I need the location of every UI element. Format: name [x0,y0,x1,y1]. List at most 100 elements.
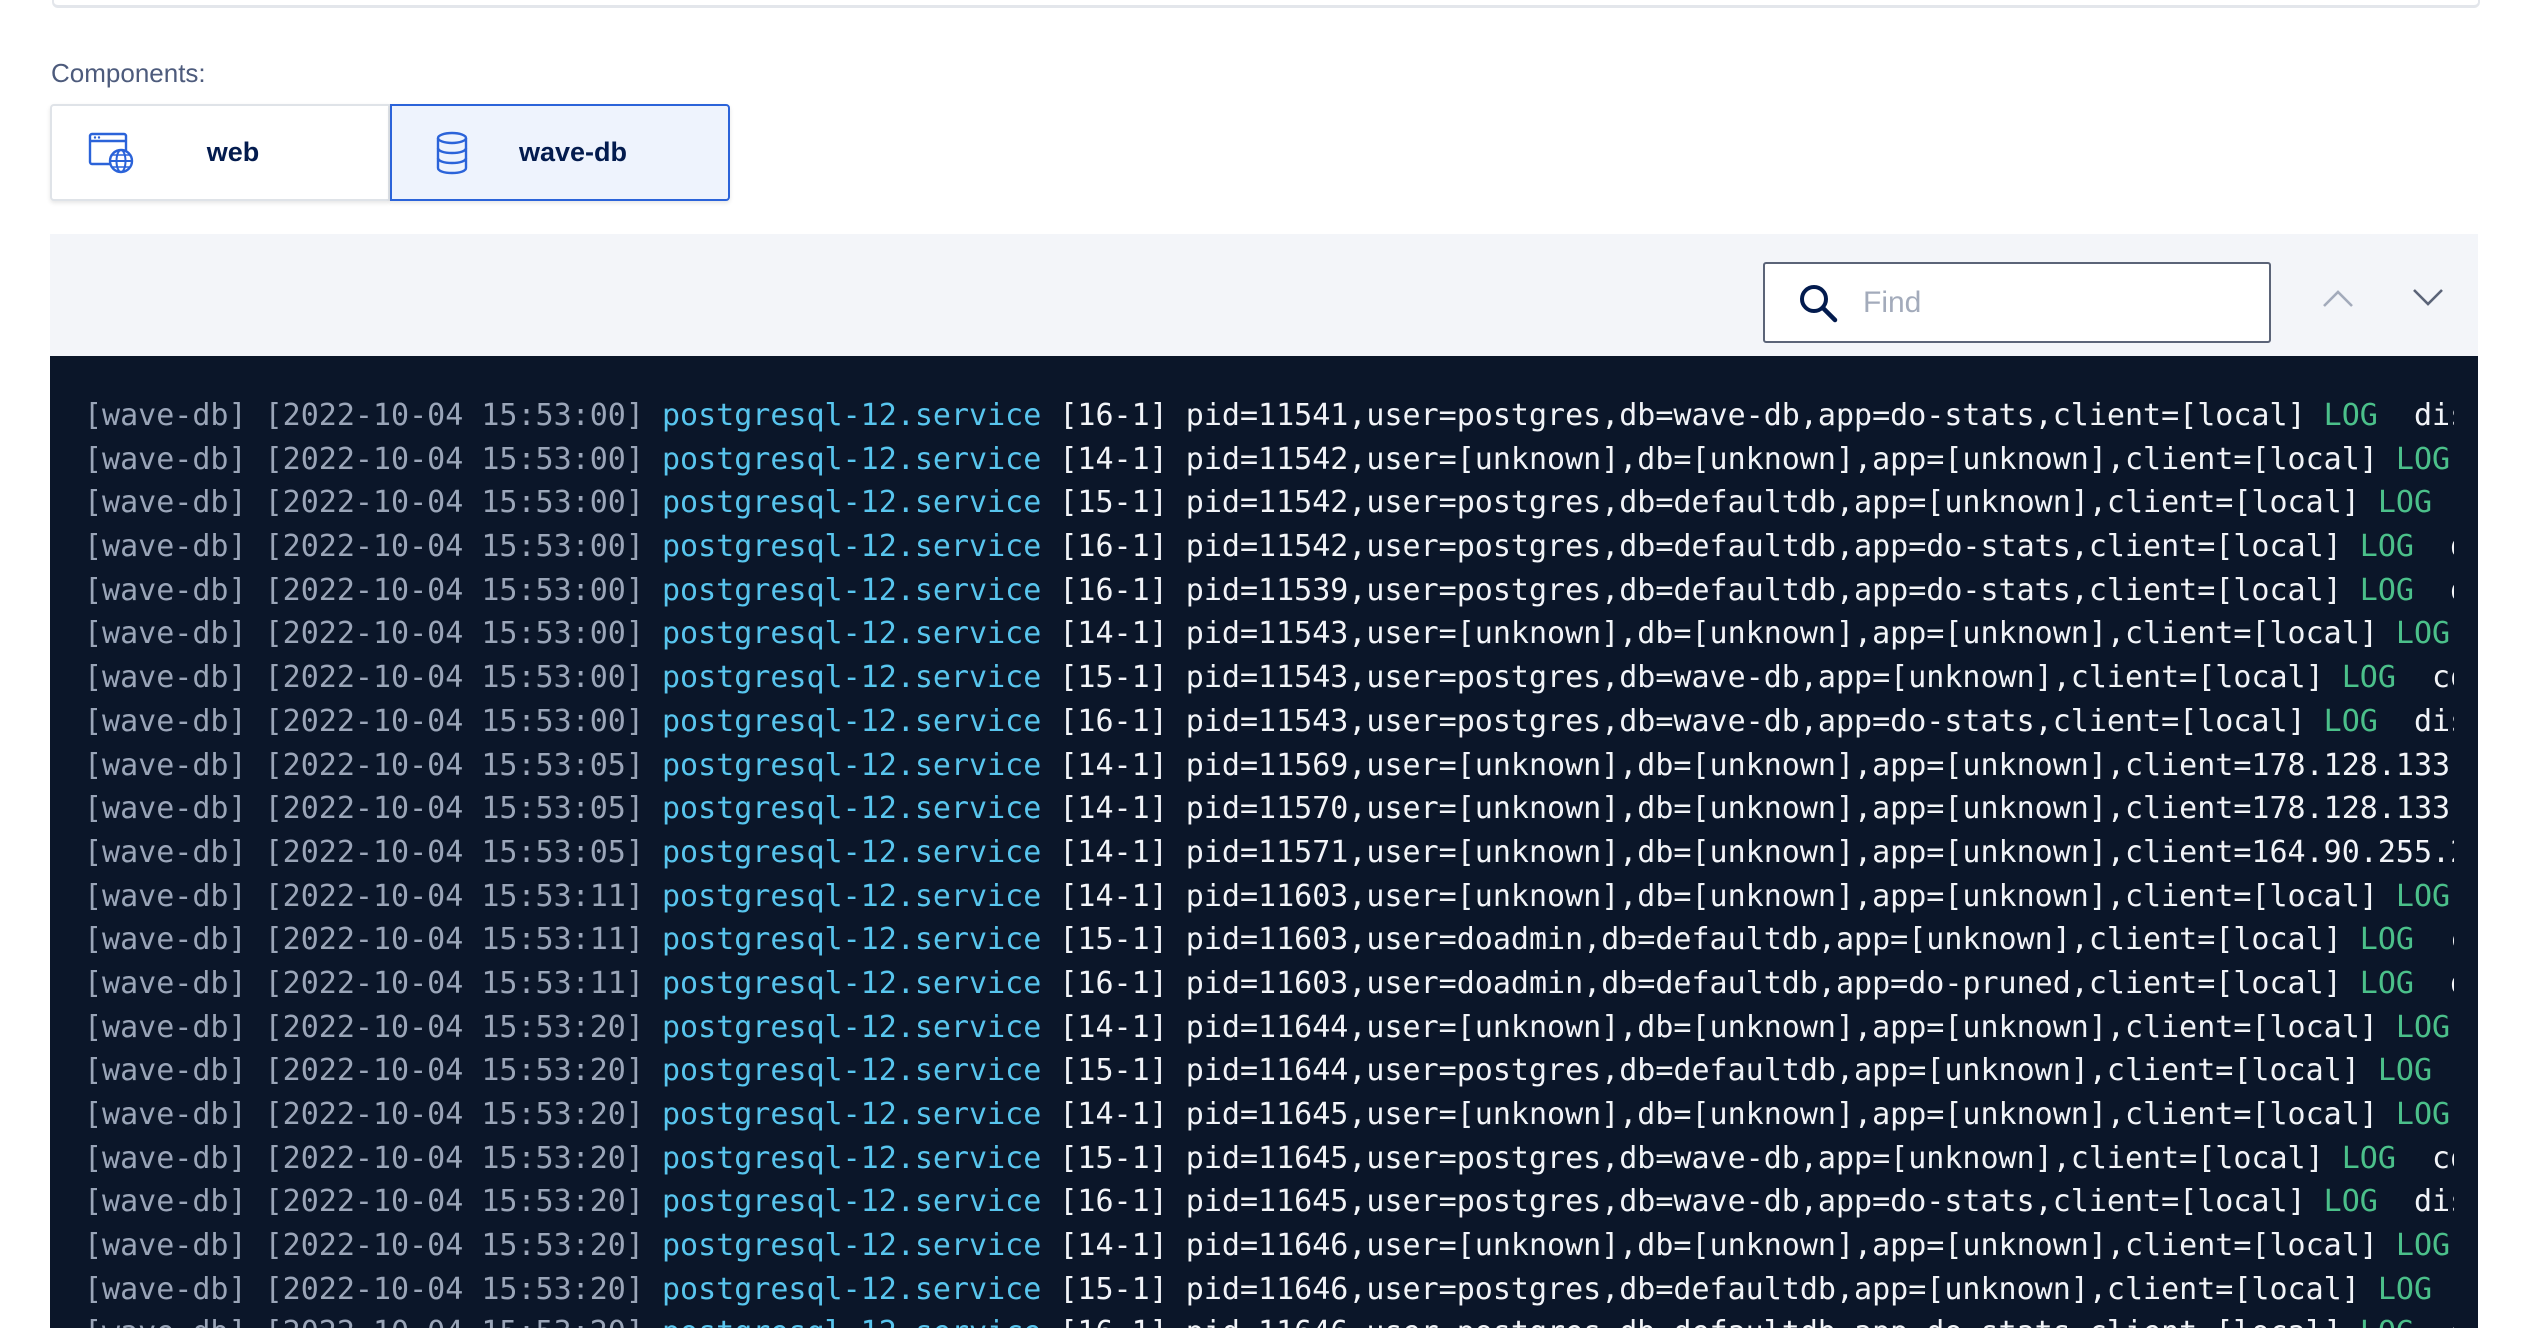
log-level: LOG [2359,529,2414,565]
log-component: [wave-db] [84,441,247,477]
log-message-tail: disconne [2413,1184,2454,1220]
log-component: [wave-db] [84,398,247,433]
log-service: postgresql-12.service [661,616,1042,652]
log-service: postgresql-12.service [661,1228,1042,1264]
log-service: postgresql-12.service [661,1097,1042,1132]
log-service: postgresql-12.service [661,965,1042,1001]
log-timestamp: [2022-10-04 15:53:20] [264,1271,644,1307]
log-line: [wave-db] [2022-10-04 15:53:00] postgres… [84,394,2454,438]
chevron-up-icon [2321,287,2355,314]
log-line: [wave-db] [2022-10-04 15:53:00] postgres… [84,612,2454,656]
log-message-tail: connec [2414,922,2454,957]
log-component: [wave-db] [84,1271,247,1307]
log-level: LOG [2341,660,2396,696]
log-timestamp: [2022-10-04 15:53:20] [265,1315,644,1328]
log-component: [wave-db] [84,660,247,696]
log-message: [16-1] pid=11646,user=postgres,db=defaul… [1041,1315,2360,1328]
log-service: postgresql-12.service [661,1053,1042,1089]
log-line: [wave-db] [2022-10-04 15:53:00] postgres… [84,438,2454,482]
find-input[interactable] [1861,284,2245,321]
log-component: [wave-db] [84,529,247,565]
chevron-down-icon [2411,287,2445,314]
log-message: [14-1] pid=11645,user=[unknown],db=[unkn… [1041,1097,2396,1132]
log-service: postgresql-12.service [661,791,1042,827]
previous-match-button[interactable] [2310,272,2366,328]
log-service: postgresql-12.service [661,572,1042,608]
log-message-tail: disconne [2413,703,2454,739]
log-message: [14-1] pid=11542,user=[unknown],db=[unkn… [1041,441,2396,477]
log-timestamp: [2022-10-04 15:53:05] [264,747,644,783]
log-timestamp: [2022-10-04 15:53:20] [264,1097,644,1132]
log-output-panel[interactable]: [wave-db] [2022-10-04 15:53:00] postgres… [50,356,2478,1328]
log-component: [wave-db] [84,616,247,652]
log-component: [wave-db] [84,1140,247,1176]
component-tab-wave-db[interactable]: wave-db [390,104,730,201]
log-message: [15-1] pid=11542,user=postgres,db=defaul… [1041,485,2378,521]
log-line: [wave-db] [2022-10-04 15:53:11] postgres… [84,962,2454,1006]
log-service: postgresql-12.service [661,485,1042,521]
log-service: postgresql-12.service [661,878,1042,914]
log-component: [wave-db] [84,485,247,521]
log-service: postgresql-12.service [661,1140,1042,1176]
log-message-tail: disconne [2413,398,2454,433]
log-line: [wave-db] [2022-10-04 15:53:00] postgres… [84,656,2454,700]
log-message-tail: conne [2432,1272,2454,1307]
log-message-tail: conn [2450,1097,2454,1132]
log-message-tail: conne [2432,1053,2454,1088]
log-line: [wave-db] [2022-10-04 15:53:20] postgres… [84,1137,2454,1181]
log-message: [14-1] pid=11570,user=[unknown],db=[unkn… [1041,791,2454,827]
log-level: LOG [2395,1009,2451,1045]
log-line: [wave-db] [2022-10-04 15:53:20] postgres… [84,1049,2454,1093]
log-message: [16-1] pid=11543,user=postgres,db=wave-d… [1041,703,2324,739]
log-level: LOG [2323,1184,2378,1220]
log-message: [16-1] pid=11541,user=postgres,db=wave-d… [1041,398,2324,433]
log-line: [wave-db] [2022-10-04 15:53:20] postgres… [84,1224,2454,1268]
log-service: postgresql-12.service [661,1271,1042,1307]
log-line: [wave-db] [2022-10-04 15:53:20] postgres… [84,1093,2454,1137]
log-service: postgresql-12.service [661,834,1042,870]
log-line: [wave-db] [2022-10-04 15:53:00] postgres… [84,700,2454,744]
log-line: [wave-db] [2022-10-04 15:53:11] postgres… [84,918,2454,962]
top-panel-edge [52,0,2480,8]
log-service: postgresql-12.service [661,922,1042,958]
log-message: [16-1] pid=11603,user=doadmin,db=default… [1041,965,2360,1001]
log-level: LOG [2359,922,2414,958]
log-timestamp: [2022-10-04 15:53:05] [264,791,644,827]
log-line: [wave-db] [2022-10-04 15:53:20] postgres… [84,1311,2454,1328]
log-service: postgresql-12.service [661,398,1042,433]
component-tab-web[interactable]: web [50,104,390,201]
log-message-tail: conn [2450,1010,2454,1045]
log-service: postgresql-12.service [661,660,1042,696]
log-level: LOG [2323,398,2378,433]
log-line: [wave-db] [2022-10-04 15:53:20] postgres… [84,1268,2454,1312]
log-timestamp: [2022-10-04 15:53:00] [264,529,644,565]
log-level: LOG [2359,965,2414,1001]
log-level: LOG [2395,616,2451,652]
next-match-button[interactable] [2400,272,2456,328]
log-toolbar [50,234,2478,356]
log-level: LOG [2395,878,2451,914]
log-message-tail: connect [2432,1140,2454,1176]
log-level: LOG [2395,441,2451,477]
log-message: [14-1] pid=11644,user=[unknown],db=[unkn… [1041,1009,2396,1045]
find-box[interactable] [1763,262,2271,343]
log-component: [wave-db] [84,1228,247,1264]
log-message: [16-1] pid=11539,user=postgres,db=defaul… [1041,572,2360,608]
log-level: LOG [2377,485,2433,521]
log-component: [wave-db] [84,1009,247,1045]
log-timestamp: [2022-10-04 15:53:00] [264,616,644,652]
log-service: postgresql-12.service [661,441,1042,477]
log-timestamp: [2022-10-04 15:53:00] [264,485,644,521]
log-level: LOG [2359,572,2414,608]
log-level: LOG [2395,1097,2451,1132]
log-message: [14-1] pid=11603,user=[unknown],db=[unkn… [1041,878,2396,914]
log-message: [15-1] pid=11644,user=postgres,db=defaul… [1041,1053,2378,1089]
log-component: [wave-db] [84,1315,247,1328]
log-message: [15-1] pid=11646,user=postgres,db=defaul… [1041,1271,2378,1307]
log-message-tail: conne [2432,485,2454,520]
log-timestamp: [2022-10-04 15:53:20] [264,1228,644,1264]
log-level: LOG [2323,703,2378,739]
log-component: [wave-db] [84,878,247,914]
log-timestamp: [2022-10-04 15:53:11] [264,878,644,914]
log-timestamp: [2022-10-04 15:53:00] [264,703,644,739]
